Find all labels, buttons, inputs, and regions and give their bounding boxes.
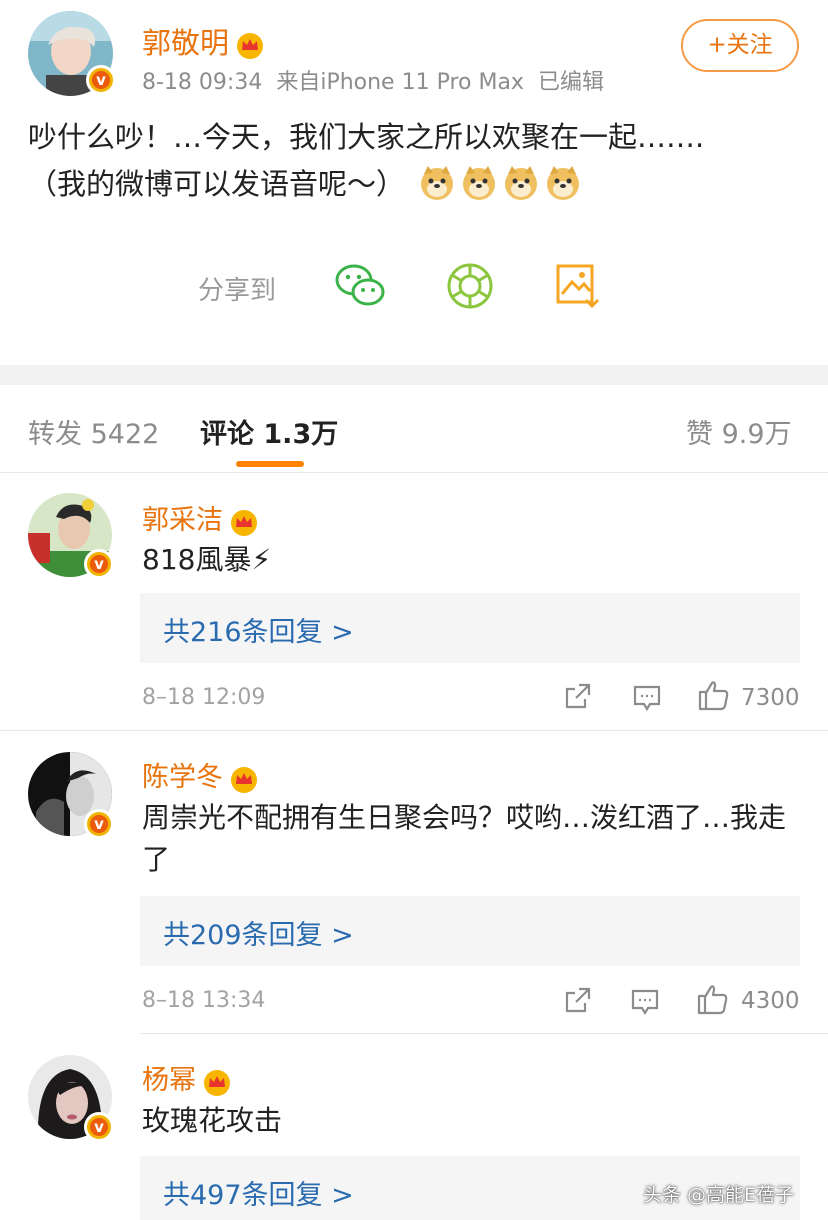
reply-count-link[interactable]: 共497条回复 > bbox=[163, 1173, 354, 1212]
crown-icon bbox=[231, 766, 257, 793]
comment-text: 818風暴⚡ bbox=[142, 543, 272, 576]
tab-comments[interactable]: 评论 1.3万 bbox=[200, 412, 338, 451]
post-edited: 已编辑 bbox=[537, 70, 604, 95]
reply-count-link[interactable]: 共216条回复 > bbox=[163, 610, 354, 649]
doge-emoji-icon bbox=[463, 166, 496, 200]
doge-emoji-icon bbox=[547, 166, 580, 200]
like-count: 4300 bbox=[741, 988, 800, 1014]
post-card: v 郭敬明 8-18 09:34 来自iPhone 11 Pro Max 已编辑… bbox=[0, 0, 828, 365]
comment-icon[interactable] bbox=[632, 683, 662, 713]
tab-repost[interactable]: 转发 5422 bbox=[28, 412, 159, 451]
comment-text: 周崇光不配拥有生日聚会吗？哎哟…泼红酒了…我走了 bbox=[142, 801, 787, 876]
commenter-name[interactable]: 杨幂 bbox=[142, 1058, 232, 1097]
verified-badge-icon: v bbox=[84, 549, 114, 579]
active-tab-indicator bbox=[236, 461, 304, 467]
verified-badge-icon: v bbox=[86, 65, 116, 95]
post-meta: 8-18 09:34 来自iPhone 11 Pro Max 已编辑 bbox=[142, 64, 604, 96]
watermark: 头条 @高能E蓓子 bbox=[643, 1184, 795, 1206]
post-source: 来自iPhone 11 Pro Max bbox=[276, 70, 524, 95]
comment-item: v 陈学冬 周崇光不配拥有生日聚会吗？哎哟…泼红酒了…我走了 共209条回复 >… bbox=[0, 731, 828, 1034]
moments-icon[interactable] bbox=[444, 260, 496, 312]
post-content: 吵什么吵！…今天，我们大家之所以欢聚在一起……. （我的微博可以发语音呢～） bbox=[28, 114, 808, 208]
post-content-line-2-text: （我的微博可以发语音呢～） bbox=[28, 167, 406, 201]
like-icon[interactable] bbox=[696, 982, 730, 1016]
share-icon[interactable] bbox=[563, 985, 593, 1015]
section-divider bbox=[0, 365, 828, 385]
commenter-name[interactable]: 陈学冬 bbox=[142, 755, 259, 794]
verified-badge-icon: v bbox=[84, 809, 114, 839]
follow-button[interactable]: +关注 bbox=[681, 19, 799, 72]
crown-icon bbox=[237, 33, 264, 59]
doge-emoji-icon bbox=[505, 166, 538, 200]
post-author[interactable]: 郭敬明 bbox=[142, 20, 265, 62]
share-icon[interactable] bbox=[563, 681, 593, 711]
post-content-line-2: （我的微博可以发语音呢～） bbox=[28, 161, 808, 208]
share-label: 分享到 bbox=[198, 276, 277, 306]
doge-emoji-icon bbox=[421, 166, 454, 200]
reply-count-link[interactable]: 共209条回复 > bbox=[163, 913, 354, 952]
crown-icon bbox=[231, 509, 257, 536]
commenter-name[interactable]: 郭采洁 bbox=[142, 498, 259, 537]
like-count: 7300 bbox=[741, 685, 800, 711]
crown-icon bbox=[204, 1069, 230, 1096]
wechat-icon[interactable] bbox=[334, 260, 386, 312]
reply-summary[interactable]: 共216条回复 > bbox=[140, 593, 800, 663]
comment-icon[interactable] bbox=[630, 987, 660, 1017]
tab-likes[interactable]: 赞 9.9万 bbox=[686, 412, 792, 451]
comment-item: v 郭采洁 818風暴⚡ 共216条回复 > 8–18 12:09 7300 bbox=[0, 473, 828, 731]
comment-time: 8–18 13:34 bbox=[142, 988, 266, 1013]
save-image-icon[interactable] bbox=[552, 260, 604, 312]
comment-text: 玫瑰花攻击 bbox=[142, 1104, 283, 1137]
verified-badge-icon: v bbox=[84, 1112, 114, 1142]
post-time: 8-18 09:34 bbox=[142, 70, 263, 95]
post-content-line-1: 吵什么吵！…今天，我们大家之所以欢聚在一起……. bbox=[28, 120, 705, 154]
post-tabs: 转发 5422 评论 1.3万 赞 9.9万 bbox=[0, 385, 828, 473]
reply-summary[interactable]: 共209条回复 > bbox=[140, 896, 800, 966]
like-icon[interactable] bbox=[697, 678, 731, 712]
comment-time: 8–18 12:09 bbox=[142, 685, 266, 710]
